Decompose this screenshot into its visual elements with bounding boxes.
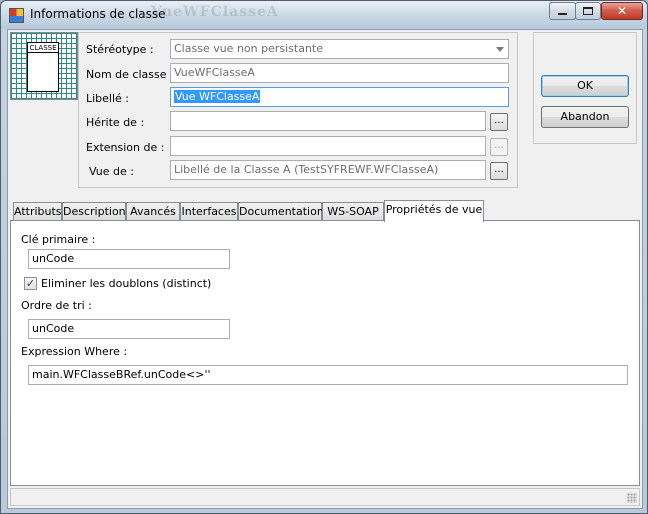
vue-de-field[interactable]: Libellé de la Classe A (TestSYFREWF.WFCl… xyxy=(170,160,486,180)
minimize-button[interactable] xyxy=(549,2,576,20)
herite-label: Hérite de : xyxy=(86,116,145,129)
where-expression-label: Expression Where : xyxy=(21,345,128,358)
distinct-label: Eliminer les doublons (distinct) xyxy=(41,277,212,290)
extension-browse-button[interactable]: ... xyxy=(490,138,508,156)
tab-interfaces[interactable]: Interfaces xyxy=(180,202,238,221)
tab-strip: Attributs Description Avancés Interfaces… xyxy=(10,200,640,222)
sort-order-label: Ordre de tri : xyxy=(21,299,92,312)
resize-grip-icon[interactable] xyxy=(627,493,637,503)
stereotype-value: Classe vue non persistante xyxy=(174,42,324,55)
libelle-field[interactable]: Vue WFClasseA xyxy=(170,87,509,107)
where-expression-field[interactable]: main.WFClasseBRef.unCode<>'' xyxy=(28,365,628,385)
primary-key-value: unCode xyxy=(32,252,75,265)
maximize-icon xyxy=(583,7,593,15)
herite-browse-button[interactable]: ... xyxy=(490,113,508,131)
title-bar[interactable]: Informations de classe VueWFClasseA ✕ xyxy=(1,1,647,29)
class-name-value: VueWFClasseA xyxy=(174,66,255,79)
stereotype-label: Stéréotype : xyxy=(86,43,154,56)
class-properties-group: Stéréotype : Classe vue non persistante … xyxy=(78,32,518,188)
extension-label: Extension de : xyxy=(86,141,165,154)
check-icon: ✓ xyxy=(25,277,36,290)
stereotype-combo[interactable]: Classe vue non persistante xyxy=(170,39,509,59)
class-icon-label: CLASSE xyxy=(28,44,58,53)
class-name-field[interactable]: VueWFClasseA xyxy=(170,63,509,83)
vue-de-browse-button[interactable]: ... xyxy=(490,162,508,180)
tab-proprietes-de-vue[interactable]: Propriétés de vue xyxy=(384,200,484,222)
chevron-down-icon xyxy=(496,47,504,52)
vue-de-label: Vue de : xyxy=(89,165,134,178)
close-icon: ✕ xyxy=(616,4,628,18)
class-icon-frame: CLASSE xyxy=(10,32,78,100)
dialog-window: Informations de classe VueWFClasseA ✕ CL… xyxy=(0,0,648,514)
background-window-title: VueWFClasseA xyxy=(151,4,279,20)
libelle-label: Libellé : xyxy=(86,92,130,105)
primary-key-field[interactable]: unCode xyxy=(28,249,230,269)
extension-field[interactable] xyxy=(170,136,486,156)
class-name-label: Nom de classe : xyxy=(86,68,174,81)
class-icon: CLASSE xyxy=(27,42,59,92)
dialog-client-area: CLASSE Stéréotype : Classe vue non persi… xyxy=(7,29,643,509)
distinct-checkbox[interactable]: ✓ xyxy=(24,277,37,290)
tab-documentation[interactable]: Documentation xyxy=(238,202,324,221)
herite-field[interactable] xyxy=(170,111,486,131)
tab-ws-soap[interactable]: WS-SOAP xyxy=(322,202,384,221)
minimize-icon xyxy=(558,13,567,15)
tab-avances[interactable]: Avancés xyxy=(126,202,180,221)
dialog-buttons-panel: OK Abandon xyxy=(533,32,637,144)
vue-properties-panel: Clé primaire : unCode ✓ Eliminer les dou… xyxy=(10,220,640,486)
tab-attributs[interactable]: Attributs xyxy=(13,202,62,221)
window-title: Informations de classe xyxy=(30,7,166,21)
abandon-button[interactable]: Abandon xyxy=(541,106,629,128)
close-button[interactable]: ✕ xyxy=(601,2,643,20)
libelle-value: Vue WFClasseA xyxy=(174,90,261,103)
ok-button[interactable]: OK xyxy=(541,75,629,97)
maximize-button[interactable] xyxy=(575,2,601,20)
app-icon xyxy=(9,8,24,23)
status-bar xyxy=(10,488,640,506)
vue-de-value: Libellé de la Classe A (TestSYFREWF.WFCl… xyxy=(174,163,439,176)
primary-key-label: Clé primaire : xyxy=(21,233,96,246)
where-expression-value: main.WFClasseBRef.unCode<>'' xyxy=(32,368,211,381)
sort-order-value: unCode xyxy=(32,322,75,335)
sort-order-field[interactable]: unCode xyxy=(28,319,230,339)
tab-description[interactable]: Description xyxy=(62,202,126,221)
